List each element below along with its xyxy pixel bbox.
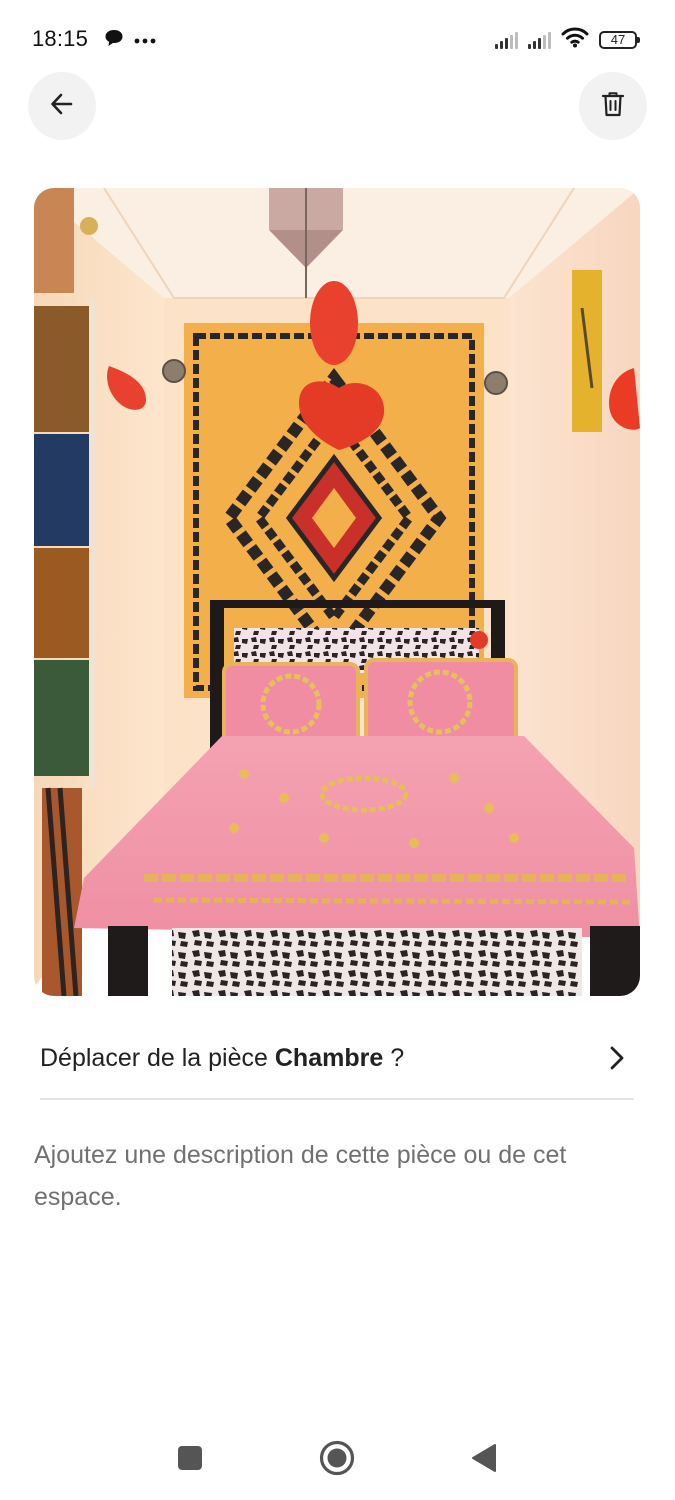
status-time: 18:15 [32, 26, 89, 51]
wifi-icon [561, 26, 589, 53]
navigation-bar [0, 1420, 675, 1500]
home-circle-icon [319, 1440, 355, 1481]
signal-icon [495, 31, 518, 49]
recents-button[interactable] [170, 1440, 210, 1480]
move-room-prefix: Déplacer de la pièce [40, 1043, 268, 1072]
back-triangle-icon [471, 1443, 497, 1478]
more-dots-icon [134, 32, 156, 50]
move-room-row[interactable]: Déplacer de la pièce Chambre ? [40, 1018, 634, 1100]
room-name: Chambre [274, 1043, 384, 1072]
delete-button[interactable] [579, 72, 647, 140]
status-bar: 18:15 47 [0, 0, 675, 76]
description-field[interactable]: Ajoutez une description de cette pièce o… [34, 1134, 634, 1254]
move-room-suffix: ? [383, 1043, 405, 1072]
battery-icon: 47 [599, 30, 640, 49]
home-button[interactable] [317, 1440, 357, 1480]
status-right-icons: 47 [495, 26, 640, 53]
message-icon [104, 28, 124, 53]
signal-icon [528, 31, 551, 49]
status-left-icons [104, 28, 156, 53]
recents-square-icon [177, 1445, 203, 1476]
move-room-text: Déplacer de la pièce Chambre ? [40, 1044, 404, 1073]
chevron-right-icon [604, 1045, 630, 1071]
arrow-left-icon [49, 91, 75, 122]
system-back-button[interactable] [464, 1440, 504, 1480]
back-button[interactable] [28, 72, 96, 140]
trash-icon [601, 91, 625, 122]
bedroom-photo[interactable] [34, 188, 640, 996]
